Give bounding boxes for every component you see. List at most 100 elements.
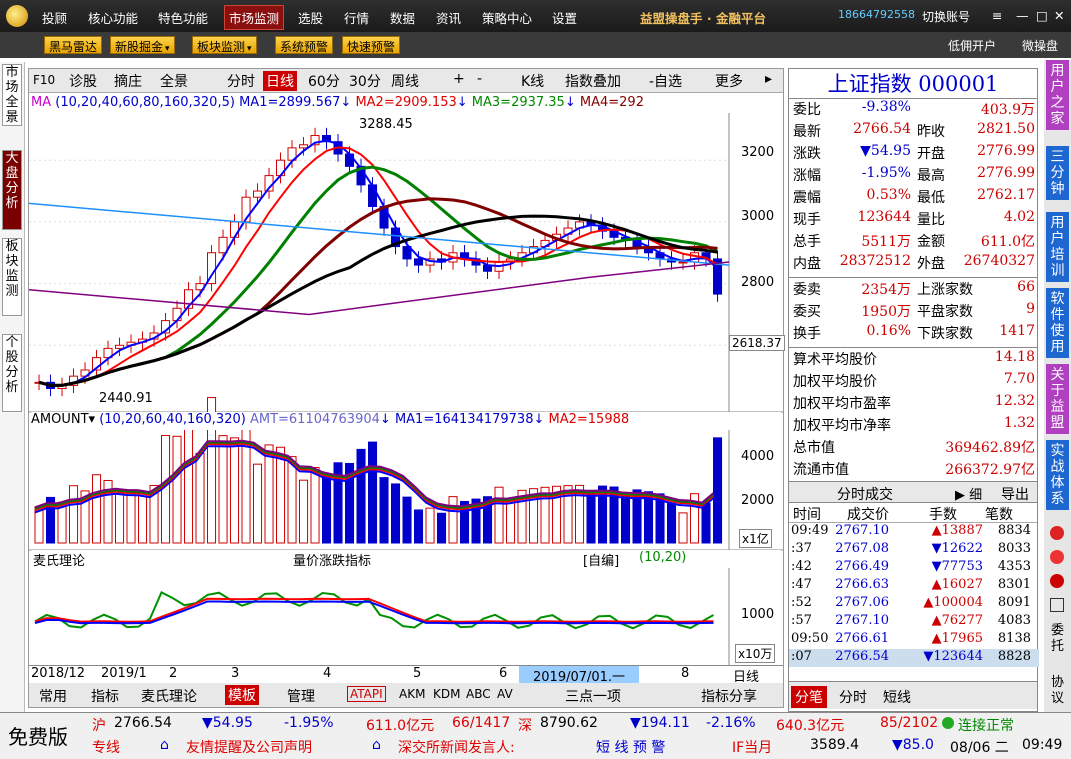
- tab-kdm[interactable]: KDM: [433, 687, 460, 701]
- menu-item-data[interactable]: 数据: [390, 8, 415, 27]
- more-dropdown[interactable]: 更多: [715, 71, 743, 91]
- tab-mcs[interactable]: 麦氏理论: [141, 686, 197, 706]
- quote-cell: 涨幅: [793, 168, 821, 184]
- service-icon[interactable]: [1050, 550, 1064, 564]
- diagnose-button[interactable]: 诊股: [69, 71, 97, 91]
- tab-abc[interactable]: ABC: [466, 687, 491, 701]
- tick-row[interactable]: :57 2767.10 ▲76277 4083: [789, 613, 1039, 631]
- rail-training[interactable]: 用户培训: [1046, 212, 1069, 282]
- menu-item-quote[interactable]: 行情: [344, 8, 369, 27]
- tab-atapi[interactable]: ATAPI: [347, 686, 386, 702]
- bag-icon[interactable]: [1050, 598, 1064, 612]
- zoom-out-button[interactable]: -: [477, 71, 482, 87]
- sz-price: 8790.62: [540, 715, 598, 731]
- menu-item-settings[interactable]: 设置: [552, 8, 577, 27]
- menu-item-core[interactable]: 核心功能: [88, 8, 138, 27]
- stat-label: 流通市值: [793, 462, 849, 478]
- tick-row[interactable]: :07 2766.54 ▼123644 8828: [789, 649, 1039, 667]
- candle: [690, 252, 700, 263]
- tick-row[interactable]: 09:50 2766.61 ▲17965 8138: [789, 631, 1039, 649]
- quote-cell: 0.53%: [866, 187, 911, 203]
- chat-icon[interactable]: [1050, 526, 1064, 540]
- quote-cell: 5511万: [861, 234, 911, 250]
- watchlist-dropdown[interactable]: -自选: [649, 71, 682, 91]
- menu-item-tougu[interactable]: 投顾: [42, 8, 67, 27]
- rail-practice[interactable]: 实战体系: [1046, 440, 1069, 510]
- menu-item-strategy[interactable]: 策略中心: [482, 8, 532, 27]
- menu-item-news[interactable]: 资讯: [436, 8, 461, 27]
- chart-canvas[interactable]: [29, 113, 783, 709]
- kline-chart-panel[interactable]: F10 诊股 摘庄 全景 分时 日线 60分 30分 周线 + - K线 指数叠…: [28, 68, 785, 709]
- new-stock-button[interactable]: 新股掘金 ▾: [110, 36, 175, 54]
- menu-icon[interactable]: ≡: [992, 8, 1002, 23]
- tick-row[interactable]: :52 2767.06 ▲100004 8091: [789, 595, 1039, 613]
- rail-entrust[interactable]: 委托: [1046, 620, 1069, 658]
- detail-button[interactable]: ▶ 细: [955, 484, 982, 503]
- amount-tick-4000: 4000: [741, 449, 775, 464]
- amount-name[interactable]: AMOUNT: [31, 412, 89, 427]
- micro-trade-link[interactable]: 微操盘: [1022, 37, 1058, 54]
- export-button[interactable]: 导出: [1001, 484, 1029, 504]
- tab-minute[interactable]: 分时: [839, 687, 867, 707]
- custom-mode[interactable]: [自编]: [583, 550, 619, 569]
- volume-bar: [713, 437, 723, 544]
- tab-common[interactable]: 常用: [39, 686, 67, 706]
- tab-market-overview[interactable]: 市场全景: [2, 64, 22, 126]
- divider: [789, 277, 1037, 278]
- quick-alert-button[interactable]: 快速预警: [342, 36, 401, 54]
- tab-akm[interactable]: AKM: [399, 687, 425, 701]
- tab-share-indicator[interactable]: 指标分享: [701, 686, 757, 706]
- tab-template[interactable]: 模板: [225, 685, 259, 705]
- tab-index-analysis[interactable]: 大盘分析: [2, 150, 22, 230]
- close-icon[interactable]: ✕: [1054, 8, 1064, 23]
- panorama-button[interactable]: 全景: [160, 71, 188, 91]
- volume-bar: [195, 452, 205, 544]
- tick-row[interactable]: :42 2766.49 ▼77753 4353: [789, 559, 1039, 577]
- rail-software[interactable]: 软件使用: [1046, 288, 1069, 358]
- tab-short[interactable]: 短线: [883, 687, 911, 707]
- zhuang-button[interactable]: 摘庄: [114, 71, 142, 91]
- tab-av[interactable]: AV: [497, 687, 513, 701]
- menu-item-stock-pick[interactable]: 选股: [298, 8, 323, 27]
- tab-sector-monitor[interactable]: 板块监测: [2, 238, 22, 316]
- daily-button[interactable]: 日线: [263, 71, 297, 91]
- index-overlay-dropdown[interactable]: 指数叠加: [565, 71, 621, 91]
- intraday-button[interactable]: 分时: [227, 71, 255, 91]
- menu-item-market-monitor[interactable]: 市场监测: [224, 5, 285, 30]
- user-icon[interactable]: [1050, 574, 1064, 588]
- app-logo-icon: [6, 5, 28, 27]
- maximize-icon[interactable]: □: [1036, 8, 1048, 23]
- notice-link-2[interactable]: 深交所新闻发言人:: [398, 737, 515, 757]
- 30min-button[interactable]: 30分: [349, 71, 381, 91]
- rail-user-home[interactable]: 用户之家: [1046, 60, 1069, 130]
- volume-bar: [368, 441, 378, 544]
- collapse-icon[interactable]: ▸: [765, 71, 772, 87]
- 60min-button[interactable]: 60分: [308, 71, 340, 91]
- tab-tick[interactable]: 分笔: [791, 686, 827, 708]
- tab-three-points[interactable]: 三点一项: [565, 686, 621, 706]
- sector-monitor-button[interactable]: 板块监测 ▾: [192, 36, 257, 54]
- switch-account-link[interactable]: 切换账号: [922, 8, 970, 25]
- weekly-button[interactable]: 周线: [391, 71, 419, 91]
- tick-row[interactable]: :47 2766.63 ▲16027 8301: [789, 577, 1039, 595]
- minimize-icon[interactable]: —: [1016, 8, 1029, 23]
- rail-agreement[interactable]: 协议: [1046, 672, 1069, 710]
- black-horse-radar-button[interactable]: 黑马雷达: [44, 36, 103, 54]
- short-alert-link[interactable]: 短 线 预 警: [596, 737, 665, 757]
- ma-name[interactable]: MA: [31, 95, 51, 110]
- tick-row[interactable]: 09:49 2767.10 ▲13887 8834: [789, 523, 1039, 541]
- tick-row[interactable]: :37 2767.08 ▼12622 8033: [789, 541, 1039, 559]
- mcs-legend: 麦氏理论 量价涨跌指标 [自编] (10,20): [31, 550, 781, 569]
- rail-about[interactable]: 关于益盟: [1046, 364, 1069, 434]
- rail-three-min[interactable]: 三分钟: [1046, 146, 1069, 200]
- notice-link-1[interactable]: 友情提醒及公司声明: [186, 737, 312, 757]
- kline-type-dropdown[interactable]: K线: [521, 71, 544, 91]
- menu-item-feature[interactable]: 特色功能: [158, 8, 208, 27]
- tab-stock-analysis[interactable]: 个股分析: [2, 334, 22, 412]
- tab-manage[interactable]: 管理: [287, 686, 315, 706]
- tab-indicator[interactable]: 指标: [91, 686, 119, 706]
- f10-button[interactable]: F10: [33, 73, 55, 87]
- low-commission-link[interactable]: 低佣开户: [948, 37, 996, 54]
- system-alert-button[interactable]: 系统预警: [275, 36, 334, 54]
- zoom-in-button[interactable]: +: [453, 71, 465, 87]
